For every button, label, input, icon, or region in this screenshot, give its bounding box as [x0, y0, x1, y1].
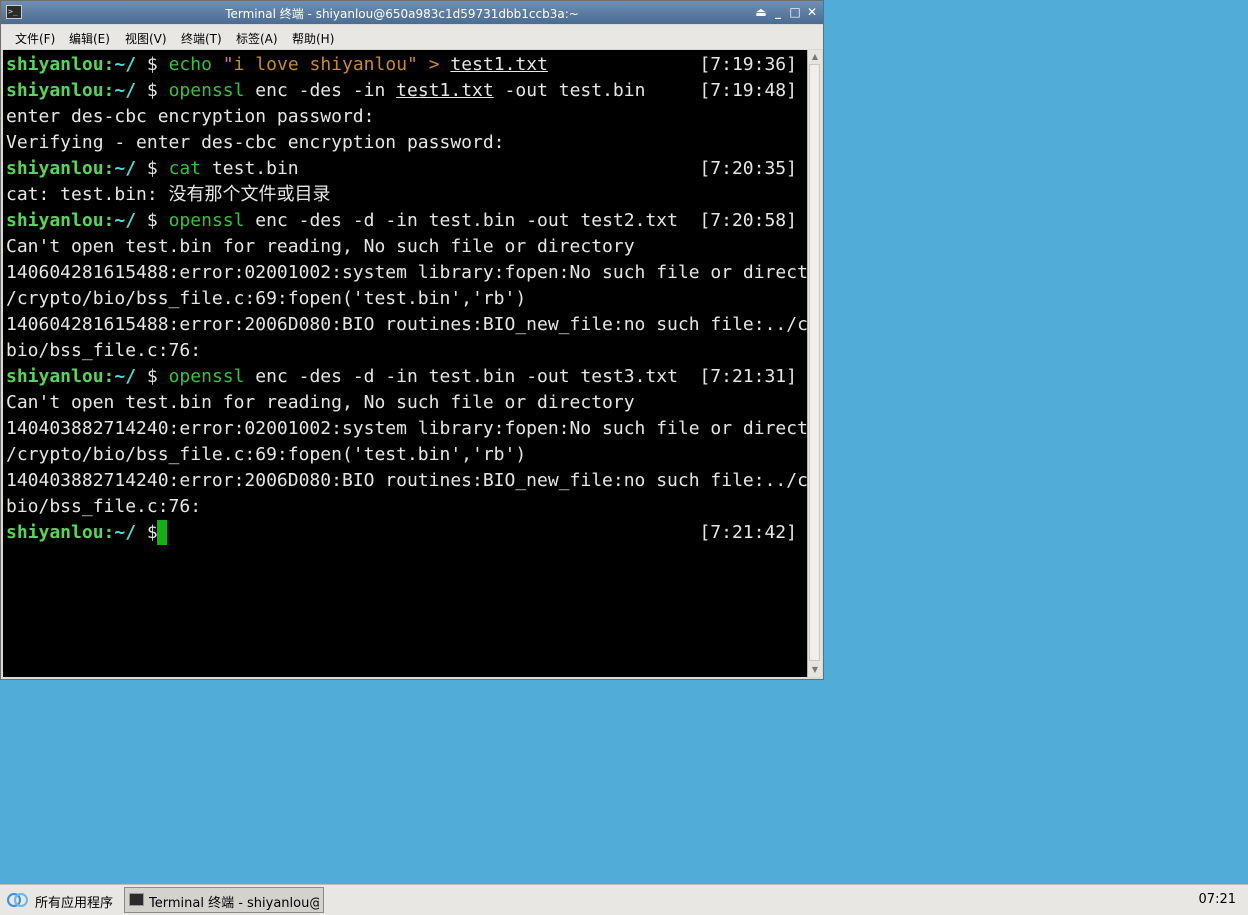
clock[interactable]: 07:21	[1199, 892, 1236, 907]
output-line: 140604281615488:error:02001002:system li…	[6, 262, 807, 283]
command-args: enc -des -d -in test.bin -out test3.txt	[244, 366, 678, 387]
prompt-symbol: $	[136, 366, 169, 387]
command: echo	[168, 54, 212, 75]
maximize-button[interactable]: □	[787, 5, 803, 20]
prompt-user: shiyanlou	[6, 54, 104, 75]
menu-help[interactable]: 帮助(H)	[292, 30, 334, 47]
prompt-sep: :	[103, 54, 115, 75]
close-button[interactable]: ✕	[804, 5, 820, 20]
command: openssl	[168, 210, 245, 231]
taskbar: 所有应用程序 Terminal 终端 - shiyanlou@… 07:21	[0, 884, 1248, 915]
menu-bar: 文件(F) 编辑(E) 视图(V) 终端(T) 标签(A) 帮助(H)	[1, 25, 823, 49]
command-args: enc -des -in	[244, 80, 397, 101]
timestamp: [7:19:36]	[699, 54, 797, 75]
scroll-thumb[interactable]	[809, 64, 820, 661]
terminal-window[interactable]: > _ Terminal 终端 - shiyanlou@650a983c1d597…	[0, 0, 824, 680]
prompt-line: shiyanlou:~/ $	[6, 520, 169, 546]
output-line: 140604281615488:error:2006D080:BIO routi…	[6, 314, 807, 335]
text-cursor	[157, 520, 167, 545]
taskbar-terminal-label: Terminal 终端 - shiyanlou@…	[149, 896, 319, 911]
prompt-symbol: $	[136, 80, 169, 101]
taskbar-terminal-button[interactable]: Terminal 终端 - shiyanlou@…	[124, 887, 324, 913]
output-line: /crypto/bio/bss_file.c:69:fopen('test.bi…	[6, 444, 527, 465]
terminal-icon	[129, 893, 144, 906]
command: openssl	[168, 366, 245, 387]
window-title: Terminal 终端 - shiyanlou@650a983c1d59731d…	[225, 7, 579, 21]
output-line: Can't open test.bin for reading, No such…	[6, 392, 635, 413]
prompt-symbol: $	[136, 158, 169, 179]
timestamp: [7:21:31]	[699, 366, 797, 387]
menu-file[interactable]: 文件(F)	[15, 30, 55, 47]
shade-button[interactable]: ⏏	[753, 5, 769, 20]
output-line: cat: test.bin: 没有那个文件或目录	[6, 184, 331, 205]
prompt-sep: :	[103, 366, 115, 387]
command: cat	[168, 158, 202, 179]
timestamp: [7:21:42]	[699, 522, 797, 543]
output-line: Can't open test.bin for reading, No such…	[6, 236, 635, 257]
app-menu-label[interactable]: 所有应用程序	[35, 892, 113, 911]
output-line: 140403882714240:error:2006D080:BIO routi…	[6, 470, 807, 491]
prompt-sep: :	[103, 158, 115, 179]
menu-edit[interactable]: 编辑(E)	[69, 30, 110, 47]
timestamp: [7:20:58]	[699, 210, 797, 231]
app-menu-icon[interactable]	[6, 892, 30, 908]
redirect: >	[417, 54, 451, 75]
prompt-line: shiyanlou:~/ $ cat test.bin	[6, 156, 299, 182]
prompt-line: shiyanlou:~/ $ openssl enc -des -d -in t…	[6, 364, 678, 390]
scroll-down-icon[interactable]: ▼	[808, 664, 822, 676]
output-line: Verifying - enter des-cbc encryption pas…	[6, 132, 505, 153]
prompt-symbol: $	[136, 210, 169, 231]
menu-tabs[interactable]: 标签(A)	[236, 30, 278, 47]
terminal-output[interactable]: shiyanlou:~/ $ echo "i love shiyanlou" >…	[3, 50, 807, 677]
prompt-user: shiyanlou	[6, 80, 104, 101]
prompt-user: shiyanlou	[6, 366, 104, 387]
prompt-path: ~/	[114, 80, 137, 101]
minimize-button[interactable]: _	[770, 5, 786, 20]
output-line: enter des-cbc encryption password:	[6, 106, 375, 127]
file-arg: test1.txt	[450, 54, 548, 75]
timestamp: [7:20:35]	[699, 158, 797, 179]
prompt-path: ~/	[114, 54, 137, 75]
prompt-line: shiyanlou:~/ $ echo "i love shiyanlou" >…	[6, 52, 548, 78]
prompt-path: ~/	[114, 158, 137, 179]
prompt-user: shiyanlou	[6, 210, 104, 231]
prompt-user: shiyanlou	[6, 522, 104, 543]
output-line: 140403882714240:error:02001002:system li…	[6, 418, 807, 439]
menu-view[interactable]: 视图(V)	[125, 30, 167, 47]
file-arg: test1.txt	[396, 80, 494, 101]
prompt-path: ~/	[114, 210, 137, 231]
command-args: enc -des -d -in test.bin -out test2.txt	[244, 210, 678, 231]
string-arg: "i love shiyanlou"	[222, 54, 418, 75]
prompt-user: shiyanlou	[6, 158, 104, 179]
command-args: -out test.bin	[493, 80, 646, 101]
prompt-line: shiyanlou:~/ $ openssl enc -des -in test…	[6, 78, 645, 104]
prompt-path: ~/	[114, 366, 137, 387]
prompt-path: ~/	[114, 522, 137, 543]
scrollbar[interactable]: ▲ ▼	[807, 50, 822, 677]
output-line: bio/bss_file.c:76:	[6, 340, 202, 361]
prompt-sep: :	[103, 210, 115, 231]
output-line: bio/bss_file.c:76:	[6, 496, 202, 517]
prompt-line: shiyanlou:~/ $ openssl enc -des -d -in t…	[6, 208, 678, 234]
title-bar[interactable]: >_ Terminal 终端 - shiyanlou@650a983c1d597…	[1, 1, 823, 24]
prompt-symbol: $	[136, 54, 169, 75]
timestamp: [7:19:48]	[699, 80, 797, 101]
command: openssl	[168, 80, 245, 101]
scroll-up-icon[interactable]: ▲	[808, 51, 822, 63]
output-line: /crypto/bio/bss_file.c:69:fopen('test.bi…	[6, 288, 527, 309]
menu-terminal[interactable]: 终端(T)	[181, 30, 222, 47]
command-args: test.bin	[201, 158, 299, 179]
prompt-sep: :	[103, 522, 115, 543]
prompt-sep: :	[103, 80, 115, 101]
